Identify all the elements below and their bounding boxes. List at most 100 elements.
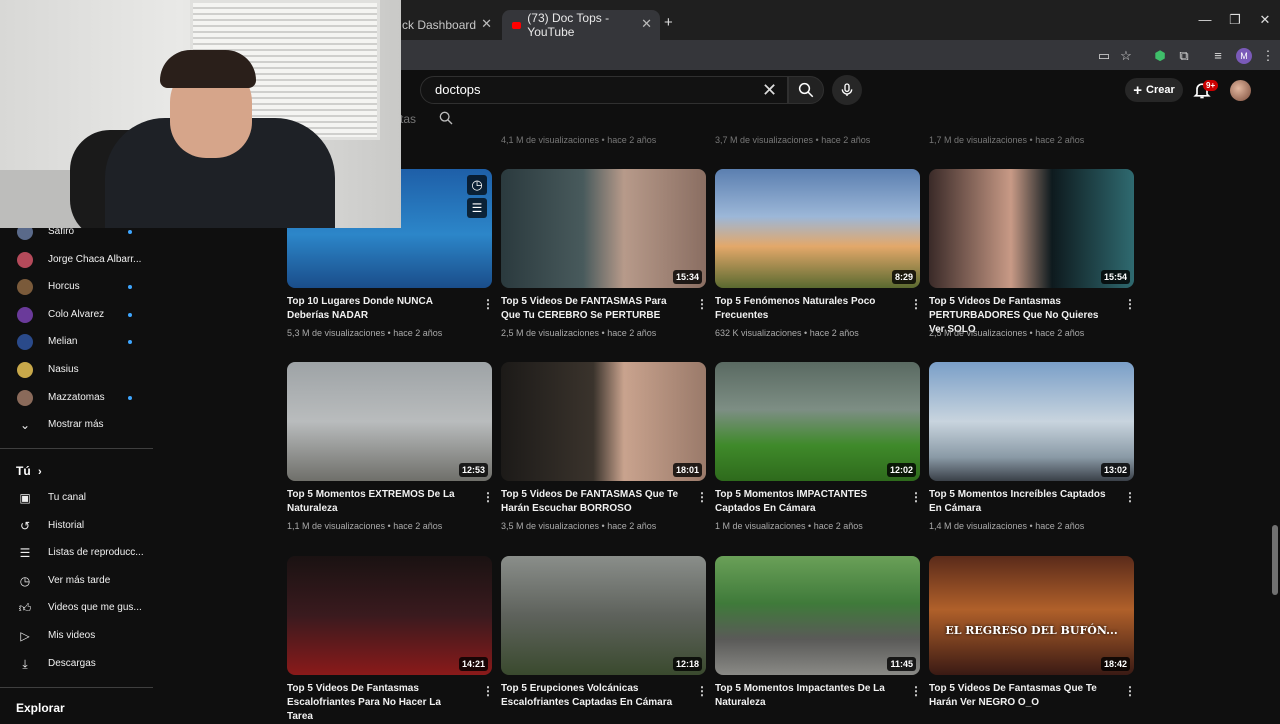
- sidebar-sub-item[interactable]: Colo Alvarez: [0, 302, 155, 328]
- scrollbar-thumb[interactable]: [1272, 525, 1278, 595]
- sidebar-item-my-videos[interactable]: ▷ Mis videos: [0, 623, 155, 649]
- more-options-icon[interactable]: ⋮: [482, 490, 494, 504]
- extensions-puzzle-icon[interactable]: ⧉: [1176, 48, 1192, 64]
- more-options-icon[interactable]: ⋮: [1124, 490, 1136, 504]
- notification-badge: 9+: [1203, 80, 1219, 91]
- extension-shield-icon[interactable]: ⬢: [1152, 48, 1168, 64]
- more-options-icon[interactable]: ⋮: [910, 684, 922, 698]
- more-options-icon[interactable]: ⋮: [696, 297, 708, 311]
- video-title[interactable]: Top 5 Videos De FANTASMAS Que Te Harán E…: [501, 488, 681, 516]
- video-title[interactable]: Top 5 Videos De Fantasmas Escalofriantes…: [287, 682, 467, 724]
- watch-later-icon: ◷: [19, 574, 31, 588]
- more-options-icon[interactable]: ⋮: [910, 490, 922, 504]
- more-options-icon[interactable]: ⋮: [482, 297, 494, 311]
- channel-icon: ▣: [19, 491, 31, 505]
- maximize-button[interactable]: ❐: [1222, 12, 1248, 28]
- video-thumbnail[interactable]: 12:02: [715, 362, 920, 481]
- video-thumbnail[interactable]: 14:21: [287, 556, 492, 675]
- search-query[interactable]: doctops: [435, 82, 481, 97]
- live-dot: [128, 285, 132, 289]
- live-dot: [128, 340, 132, 344]
- my-videos-icon: ▷: [20, 629, 30, 643]
- sidebar-sub-item[interactable]: Jorge Chaca Albarr...: [0, 247, 155, 273]
- sidebar-sub-item[interactable]: Nasius: [0, 357, 155, 383]
- video-thumbnail[interactable]: 11:45: [715, 556, 920, 675]
- youtube-favicon-icon: [512, 21, 522, 29]
- more-options-icon[interactable]: ⋮: [696, 490, 708, 504]
- account-avatar[interactable]: [1230, 80, 1251, 101]
- tab-dashboard[interactable]: ck Dashboard ✕: [392, 10, 500, 40]
- video-thumbnail[interactable]: 18:01: [501, 362, 706, 481]
- chevron-right-icon: ›: [38, 466, 42, 478]
- video-title[interactable]: Top 5 Erupciones Volcánicas Escalofriant…: [501, 682, 681, 710]
- add-to-queue-icon[interactable]: ☰: [467, 198, 487, 218]
- video-title[interactable]: Top 5 Momentos IMPACTANTES Captados En C…: [715, 488, 895, 516]
- video-thumbnail[interactable]: 15:34: [501, 169, 706, 288]
- filter-chip-partial[interactable]: tas: [400, 111, 453, 126]
- sidebar-sub-item[interactable]: Mazzatomas: [0, 385, 155, 411]
- video-meta: 1,1 M de visualizaciones • hace 2 años: [287, 521, 443, 531]
- clear-search-icon[interactable]: ✕: [762, 80, 777, 101]
- video-title[interactable]: Top 5 Momentos Impactantes De La Natural…: [715, 682, 895, 710]
- cast-icon[interactable]: ▭: [1096, 48, 1112, 64]
- webcam-overlay: [0, 0, 401, 228]
- sidebar-item-playlists[interactable]: ☰ Listas de reproducc...: [0, 540, 155, 566]
- profile-icon[interactable]: M: [1236, 48, 1252, 64]
- video-title[interactable]: Top 5 Fenómenos Naturales Poco Frecuente…: [715, 295, 895, 323]
- new-tab-button[interactable]: +: [664, 14, 673, 31]
- channel-avatar: [17, 252, 33, 268]
- duration-badge: 18:01: [672, 463, 702, 477]
- video-thumbnail[interactable]: 8:29: [715, 169, 920, 288]
- minimize-button[interactable]: —: [1192, 12, 1218, 27]
- media-control-icon[interactable]: ≡: [1210, 48, 1226, 64]
- more-options-icon[interactable]: ⋮: [1124, 684, 1136, 698]
- you-section-header[interactable]: Tú ›: [16, 464, 42, 478]
- create-label: Crear: [1146, 84, 1175, 96]
- close-tab-icon[interactable]: ✕: [481, 16, 492, 32]
- previous-row-meta: 4,1 M de visualizaciones • hace 2 años: [501, 135, 657, 145]
- duration-badge: 12:53: [458, 463, 488, 477]
- sidebar-sub-item[interactable]: Horcus: [0, 274, 155, 300]
- duration-badge: 8:29: [891, 270, 916, 284]
- sidebar-item-liked[interactable]: 👍︎ Videos que me gus...: [0, 595, 155, 621]
- divider: [0, 448, 153, 449]
- video-meta: 5,3 M de visualizaciones • hace 2 años: [287, 328, 443, 338]
- more-options-icon[interactable]: ⋮: [910, 297, 922, 311]
- close-window-button[interactable]: ✕: [1252, 12, 1278, 28]
- video-thumbnail[interactable]: 12:18: [501, 556, 706, 675]
- watch-later-icon[interactable]: ◷: [467, 175, 487, 195]
- video-title[interactable]: Top 5 Momentos EXTREMOS De La Naturaleza: [287, 488, 467, 516]
- bookmark-star-icon[interactable]: ☆: [1118, 48, 1134, 64]
- video-title[interactable]: Top 5 Videos De FANTASMAS Para Que Tu CE…: [501, 295, 681, 323]
- video-meta: 2,5 M de visualizaciones • hace 2 años: [501, 328, 657, 338]
- duration-badge: 13:02: [1100, 463, 1130, 477]
- video-thumbnail[interactable]: 15:54: [929, 169, 1134, 288]
- more-options-icon[interactable]: ⋮: [482, 684, 494, 698]
- search-button[interactable]: [788, 76, 824, 104]
- voice-search-button[interactable]: [832, 75, 862, 105]
- menu-dots-icon[interactable]: ⋮: [1260, 48, 1276, 64]
- sidebar-item-your-channel[interactable]: ▣ Tu canal: [0, 485, 155, 511]
- divider: [0, 687, 153, 688]
- create-button[interactable]: + Crear: [1125, 78, 1183, 102]
- person-hair: [160, 50, 256, 88]
- channel-avatar: [17, 362, 33, 378]
- video-title[interactable]: Top 5 Videos De Fantasmas Que Te Harán V…: [929, 682, 1109, 710]
- sidebar-item-downloads[interactable]: ⤓ Descargas: [0, 651, 155, 677]
- history-icon: ↺: [19, 519, 31, 533]
- search-icon[interactable]: [438, 110, 454, 126]
- video-thumbnail[interactable]: 12:53: [287, 362, 492, 481]
- video-title[interactable]: Top 5 Momentos Increíbles Captados En Cá…: [929, 488, 1109, 516]
- close-tab-icon[interactable]: ✕: [641, 16, 652, 32]
- show-more-button[interactable]: ⌄ Mostrar más: [0, 412, 155, 438]
- video-thumbnail[interactable]: EL REGRESO DEL BUFÓN... 18:42: [929, 556, 1134, 675]
- more-options-icon[interactable]: ⋮: [696, 684, 708, 698]
- plus-icon: +: [1133, 81, 1142, 99]
- video-thumbnail[interactable]: 13:02: [929, 362, 1134, 481]
- video-title[interactable]: Top 10 Lugares Donde NUNCA Deberías NADA…: [287, 295, 467, 323]
- tab-youtube[interactable]: (73) Doc Tops - YouTube ✕: [502, 10, 660, 40]
- sidebar-sub-item[interactable]: Melian: [0, 329, 155, 355]
- sidebar-item-history[interactable]: ↺ Historial: [0, 513, 155, 539]
- sidebar-item-watch-later[interactable]: ◷ Ver más tarde: [0, 568, 155, 594]
- more-options-icon[interactable]: ⋮: [1124, 297, 1136, 311]
